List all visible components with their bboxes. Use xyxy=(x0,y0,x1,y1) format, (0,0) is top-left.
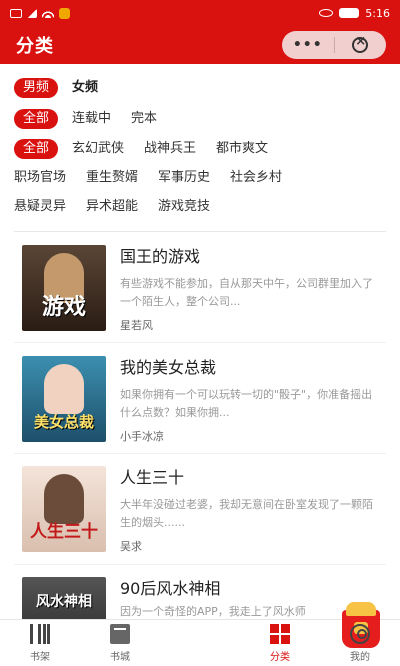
filter-chip-genre[interactable]: 军事历史 xyxy=(158,168,210,188)
status-filter-row: 全部 连载中 完本 xyxy=(14,104,386,134)
tab-bookshelf[interactable]: 书架 xyxy=(0,620,80,666)
mini-program-capsule: ••• xyxy=(282,31,386,59)
filter-chip-status-all[interactable]: 全部 xyxy=(14,109,59,129)
list-divider xyxy=(14,342,386,343)
filter-chip-genre[interactable]: 异术超能 xyxy=(86,197,138,217)
cover-figure xyxy=(44,364,84,414)
book-author: 星若风 xyxy=(120,319,153,332)
battery-icon xyxy=(339,8,360,18)
filter-chip-genre[interactable]: 战神兵王 xyxy=(144,139,196,159)
cover-title: 游戏 xyxy=(41,294,86,320)
filter-panel: 男频 女频 全部 连载中 完本 全部 玄幻武侠 战神兵王 都市爽文 职场官场 重… xyxy=(0,72,400,222)
close-button[interactable] xyxy=(335,34,387,53)
book-author: 小手冰凉 xyxy=(120,430,164,443)
tab-label: 分类 xyxy=(270,652,290,663)
tab-label: 书架 xyxy=(30,652,50,663)
book-info: 我的美女总裁 如果你拥有一个可以玩转一切的"骰子"，你准备摇出什么点数？如果你拥… xyxy=(120,356,382,444)
filter-chip-completed[interactable]: 完本 xyxy=(131,109,157,129)
wifi-icon xyxy=(42,8,54,18)
book-list-item[interactable]: 游戏 国王的游戏 有些游戏不能参加，自从那天中午，公司群里加入了一个陌生人，整个… xyxy=(22,245,382,349)
filter-chip-genre[interactable]: 悬疑灵异 xyxy=(14,197,66,217)
genre-filter-row: 全部 玄幻武侠 战神兵王 都市爽文 xyxy=(14,134,386,164)
filter-chip-genre[interactable]: 游戏竞技 xyxy=(158,197,210,217)
list-divider xyxy=(14,453,386,454)
filter-chip-genre[interactable]: 玄幻武侠 xyxy=(72,139,124,159)
tab-profile[interactable]: 我的 xyxy=(320,620,400,666)
cover-title: 风水神相 xyxy=(36,594,92,610)
book-author: 吴求 xyxy=(120,540,142,553)
cover-title: 人生三十 xyxy=(30,522,98,542)
list-divider xyxy=(14,564,386,565)
eye-comfort-icon xyxy=(319,9,334,17)
book-cover: 美女总裁 xyxy=(22,356,106,442)
book-title: 人生三十 xyxy=(120,468,185,487)
tab-bookstore[interactable]: 书城 xyxy=(80,620,160,666)
book-title: 90后风水神相 xyxy=(120,579,221,598)
close-icon xyxy=(352,34,369,53)
filter-chip-genre[interactable]: 重生赘婿 xyxy=(86,168,138,188)
cover-title: 美女总裁 xyxy=(33,413,94,431)
filter-chip-female[interactable]: 女频 xyxy=(72,78,98,98)
filter-chip-serializing[interactable]: 连载中 xyxy=(72,109,111,129)
bottom-tab-bar: 书架 书城 分类 我的 xyxy=(0,602,400,666)
profile-icon xyxy=(350,624,370,644)
book-title: 我的美女总裁 xyxy=(120,358,217,377)
filter-chip-genre-all[interactable]: 全部 xyxy=(14,139,59,159)
filter-chip-genre[interactable]: 都市爽文 xyxy=(216,139,268,159)
tab-label: 我的 xyxy=(350,652,370,663)
status-time: 5:16 xyxy=(365,6,390,20)
book-list-item[interactable]: 美女总裁 我的美女总裁 如果你拥有一个可以玩转一切的"骰子"，你准备摇出什么点数… xyxy=(22,356,382,460)
filter-chip-male[interactable]: 男频 xyxy=(14,78,59,98)
tab-category[interactable]: 分类 xyxy=(240,620,320,666)
gender-filter-row: 男频 女频 xyxy=(14,72,386,104)
tab-label: 书城 xyxy=(110,652,130,663)
page-header: 分类 ••• xyxy=(0,26,400,64)
book-cover: 游戏 xyxy=(22,245,106,331)
sim-icon xyxy=(10,8,22,18)
book-description: 大半年没碰过老婆，我却无意间在卧室发现了一颗陌生的烟头...... xyxy=(120,498,373,529)
book-list-item[interactable]: 人生三十 人生三十 大半年没碰过老婆，我却无意间在卧室发现了一颗陌生的烟头...… xyxy=(22,466,382,570)
book-title: 国王的游戏 xyxy=(120,247,201,266)
bookshelf-icon xyxy=(30,624,50,644)
book-info: 人生三十 大半年没碰过老婆，我却无意间在卧室发现了一颗陌生的烟头...... 吴… xyxy=(120,466,382,554)
more-button[interactable]: ••• xyxy=(282,37,334,53)
tab-center-promo[interactable] xyxy=(160,602,380,666)
genre-filter-row: 职场官场 重生赘婿 军事历史 社会乡村 xyxy=(14,164,386,192)
filter-chip-genre[interactable]: 职场官场 xyxy=(14,168,66,188)
section-divider xyxy=(14,231,386,232)
signal-icon xyxy=(27,8,37,18)
book-description: 有些游戏不能参加，自从那天中午，公司群里加入了一个陌生人，整个公司... xyxy=(120,277,373,308)
page-title: 分类 xyxy=(16,36,54,57)
notification-icon xyxy=(59,7,70,19)
status-bar: 5:16 xyxy=(0,0,400,26)
book-cover: 人生三十 xyxy=(22,466,106,552)
filter-chip-genre[interactable]: 社会乡村 xyxy=(230,168,282,188)
genre-filter-row: 悬疑灵异 异术超能 游戏竞技 xyxy=(14,192,386,222)
category-grid-icon xyxy=(270,624,290,644)
app-root: 5:16 分类 ••• 男频 女频 全部 连载中 完本 全部 玄幻武侠 战神兵王… xyxy=(0,0,400,666)
book-description: 如果你拥有一个可以玩转一切的"骰子"，你准备摇出什么点数？如果你拥... xyxy=(120,388,373,419)
bookstore-icon xyxy=(110,624,130,644)
book-info: 国王的游戏 有些游戏不能参加，自从那天中午，公司群里加入了一个陌生人，整个公司.… xyxy=(120,245,382,333)
